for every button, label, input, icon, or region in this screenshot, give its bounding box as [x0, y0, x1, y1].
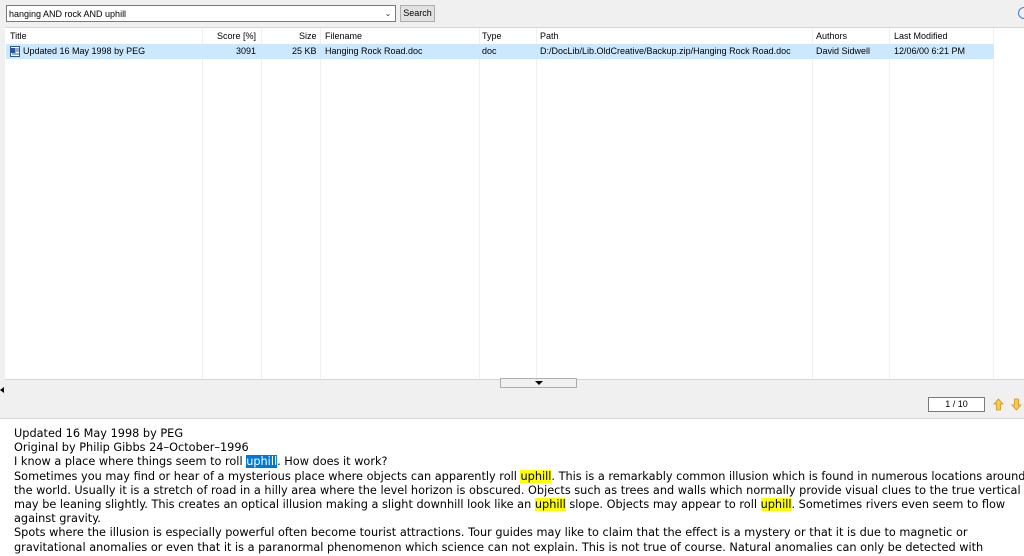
- cell-authors: David Sidwell: [816, 46, 871, 56]
- preview-line: I know a place where things seem to roll…: [14, 455, 1024, 469]
- table-header: Title Score [%] Size Filename Type Path …: [5, 28, 995, 44]
- column-divider: [812, 28, 813, 379]
- text-run: . Sometimes rivers even seem to flow: [791, 498, 1006, 512]
- document-preview[interactable]: Updated 16 May 1998 by PEG Original by P…: [0, 418, 1024, 556]
- preview-line: Updated 16 May 1998 by PEG: [14, 427, 184, 440]
- result-navigation-bar: 1 / 10: [0, 393, 1024, 417]
- cell-type: doc: [482, 46, 497, 56]
- search-match: uphill: [534, 498, 566, 512]
- search-toolbar: ⌄ Search: [0, 0, 1024, 26]
- text-run: slope. Objects may appear to roll: [565, 498, 761, 512]
- preview-line: against gravity.: [14, 512, 101, 526]
- preview-text: Updated 16 May 1998 by PEG Original by P…: [14, 427, 1024, 555]
- cell-title: Updated 16 May 1998 by PEG: [23, 46, 146, 56]
- column-header-type[interactable]: Type: [482, 31, 502, 41]
- text-run: Sometimes you may find or hear of a myst…: [14, 469, 521, 483]
- column-divider: [479, 28, 480, 379]
- search-match: uphill: [520, 469, 552, 483]
- preview-line: gravitational anomalies or even that it …: [14, 540, 984, 554]
- column-divider: [261, 28, 262, 379]
- column-header-filename[interactable]: Filename: [325, 31, 362, 41]
- column-divider: [202, 28, 203, 379]
- chevron-down-icon: [535, 381, 543, 385]
- column-header-path[interactable]: Path: [540, 31, 559, 41]
- preview-line: may be leaning slightly. This creates an…: [14, 498, 1024, 512]
- column-divider: [993, 28, 994, 379]
- search-button[interactable]: Search: [400, 5, 435, 22]
- column-header-title[interactable]: Title: [10, 31, 27, 41]
- column-header-last-modified[interactable]: Last Modified: [894, 31, 948, 41]
- preview-line: Sometimes you may find or hear of a myst…: [14, 469, 1024, 484]
- document-icon: [10, 46, 20, 57]
- cell-path: D:/DocLib/Lib.OldCreative/Backup.zip/Han…: [540, 46, 791, 56]
- table-row[interactable]: Updated 16 May 1998 by PEG 3091 25 KB Ha…: [6, 44, 994, 59]
- preview-line: Spots where the illusion is especially p…: [14, 526, 968, 540]
- arrow-up-icon[interactable]: [993, 398, 1004, 411]
- column-divider: [889, 28, 890, 379]
- preview-line: the world. Usually it is a stretch of ro…: [14, 483, 1021, 497]
- selected-match: uphill: [246, 455, 278, 469]
- help-icon[interactable]: [1018, 7, 1024, 19]
- cell-size: 25 KB: [292, 46, 317, 56]
- search-input[interactable]: [9, 7, 379, 20]
- column-header-size[interactable]: Size: [299, 31, 317, 41]
- search-combo[interactable]: ⌄: [6, 5, 396, 22]
- chevron-down-icon[interactable]: ⌄: [381, 6, 395, 21]
- result-position: 1 / 10: [928, 397, 985, 412]
- cell-last-modified: 12/06/00 6:21 PM: [894, 46, 966, 56]
- column-header-score[interactable]: Score [%]: [217, 31, 256, 41]
- results-table: Title Score [%] Size Filename Type Path …: [5, 27, 1024, 380]
- cell-score: 3091: [236, 46, 257, 56]
- arrow-down-icon[interactable]: [1011, 398, 1022, 411]
- column-divider: [536, 28, 537, 379]
- text-run: may be leaning slightly. This creates an…: [14, 498, 535, 512]
- text-run: I know a place where things seem to roll: [14, 455, 247, 469]
- preview-line: Original by Philip Gibbs 24–October–1996: [14, 441, 249, 455]
- text-run: . How does it work?: [277, 455, 388, 469]
- cell-filename: Hanging Rock Road.doc: [325, 46, 423, 56]
- column-header-authors[interactable]: Authors: [816, 31, 847, 41]
- splitter-handle[interactable]: [500, 378, 577, 388]
- search-match: uphill: [760, 498, 792, 512]
- text-run: . This is a remarkably common illusion w…: [551, 469, 1024, 483]
- column-divider: [320, 28, 321, 379]
